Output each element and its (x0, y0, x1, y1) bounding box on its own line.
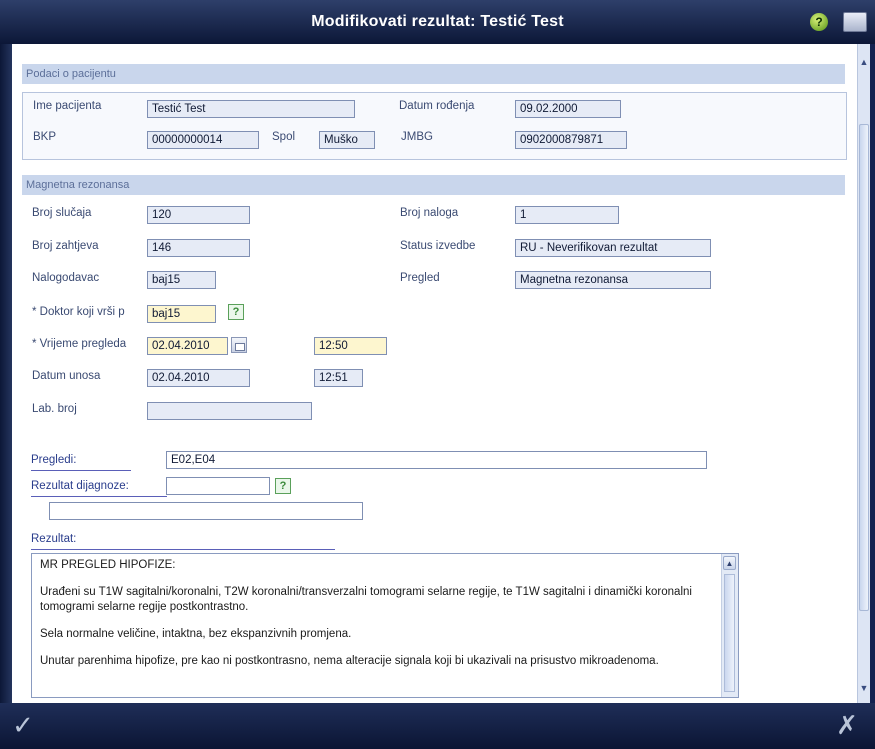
doctor-input[interactable]: baj15 (147, 305, 216, 323)
mr-section-header: Magnetna rezonansa (22, 175, 845, 195)
result-label-underline (31, 549, 335, 550)
result-paragraph: Unutar parenhima hipofize, pre kao ni po… (40, 655, 659, 667)
result-paragraph: Sela normalne veličine, intaktna, bez ek… (40, 628, 352, 640)
scroll-down-icon[interactable]: ▼ (858, 680, 870, 696)
exam-field: Magnetna rezonansa (515, 271, 711, 289)
patient-section-header: Podaci o pacijentu (22, 64, 845, 84)
result-label-text: Rezultat: (31, 533, 77, 545)
doctor-lookup-button[interactable]: ? (228, 304, 244, 320)
result-scroll-up-icon[interactable]: ▲ (723, 556, 736, 570)
diagnosis-lookup-button[interactable]: ? (275, 478, 291, 494)
status-field: RU - Neverifikovan rezultat (515, 239, 711, 257)
diagnosis-label-underline (31, 496, 167, 497)
doctor-label: * Doktor koji vrši p (32, 306, 125, 318)
entry-date-field: 02.04.2010 (147, 369, 250, 387)
result-scroll-thumb[interactable] (724, 574, 735, 692)
exams-label-text: Pregledi: (31, 454, 77, 466)
bkp-label: BKP (33, 131, 57, 143)
entry-date-label: Datum unosa (32, 370, 101, 382)
exam-time-label: * Vrijeme pregleda (32, 338, 127, 350)
exams-label: Pregledi: (31, 454, 131, 471)
exams-label-underline (31, 470, 131, 471)
title-bar: Modifikovati rezultat: Testić Test ? (0, 0, 875, 44)
jmbg-label: JMBG (401, 131, 433, 143)
exam-time-input[interactable]: 12:50 (314, 337, 387, 355)
scroll-up-icon[interactable]: ▲ (858, 54, 870, 70)
dob-label: Datum rođenja (399, 100, 475, 112)
bottom-toolbar (0, 703, 875, 749)
exams-input[interactable]: E02,E04 (166, 451, 707, 469)
window-title: Modifikovati rezultat: Testić Test (311, 13, 564, 30)
result-paragraph: Urađeni su T1W sagitalni/koronalni, T2W … (40, 586, 692, 613)
patient-section: Ime pacijenta Testić Test Datum rođenja … (22, 92, 847, 160)
page-scroll-thumb[interactable] (859, 124, 869, 611)
page-scrollbar[interactable]: ▲ ▼ (857, 44, 870, 703)
window-icon[interactable] (843, 12, 867, 32)
case-number-field: 120 (147, 206, 250, 224)
help-icon[interactable]: ? (810, 13, 828, 31)
exam-label: Pregled (400, 272, 440, 284)
patient-name-label: Ime pacijenta (33, 100, 102, 112)
jmbg-field: 0902000879871 (515, 131, 627, 149)
sex-label: Spol (272, 131, 296, 143)
result-label: Rezultat: (31, 533, 335, 550)
result-scrollbar[interactable]: ▲ (721, 554, 738, 697)
window-frame-left (0, 44, 12, 703)
dob-field: 09.02.2000 (515, 100, 621, 118)
request-number-field: 146 (147, 239, 250, 257)
case-number-label: Broj slučaja (32, 207, 92, 219)
order-number-label: Broj naloga (400, 207, 459, 219)
orderer-label: Nalogodavac (32, 272, 100, 284)
lab-number-field (147, 402, 312, 420)
lab-number-label: Lab. broj (32, 403, 77, 415)
sex-field: Muško (319, 131, 375, 149)
calendar-icon[interactable] (231, 337, 247, 353)
cancel-x-icon[interactable]: ✗ (832, 710, 862, 740)
bkp-field: 00000000014 (147, 131, 259, 149)
result-text[interactable]: MR PREGLED HIPOFIZE: Urađeni su T1W sagi… (40, 558, 710, 681)
diagnosis-label: Rezultat dijagnoze: (31, 480, 167, 497)
diagnosis-text-input[interactable] (49, 502, 363, 520)
result-paragraph: MR PREGLED HIPOFIZE: (40, 559, 176, 571)
diagnosis-code-input[interactable] (166, 477, 270, 495)
patient-name-field: Testić Test (147, 100, 355, 118)
request-number-label: Broj zahtjeva (32, 240, 99, 252)
result-textarea[interactable]: MR PREGLED HIPOFIZE: Urađeni su T1W sagi… (31, 553, 739, 698)
status-label: Status izvedbe (400, 240, 476, 252)
orderer-field: baj15 (147, 271, 216, 289)
entry-time-field: 12:51 (314, 369, 363, 387)
confirm-check-icon[interactable]: ✓ (8, 710, 38, 740)
exam-date-input[interactable]: 02.04.2010 (147, 337, 228, 355)
diagnosis-label-text: Rezultat dijagnoze: (31, 480, 129, 492)
order-number-field: 1 (515, 206, 619, 224)
